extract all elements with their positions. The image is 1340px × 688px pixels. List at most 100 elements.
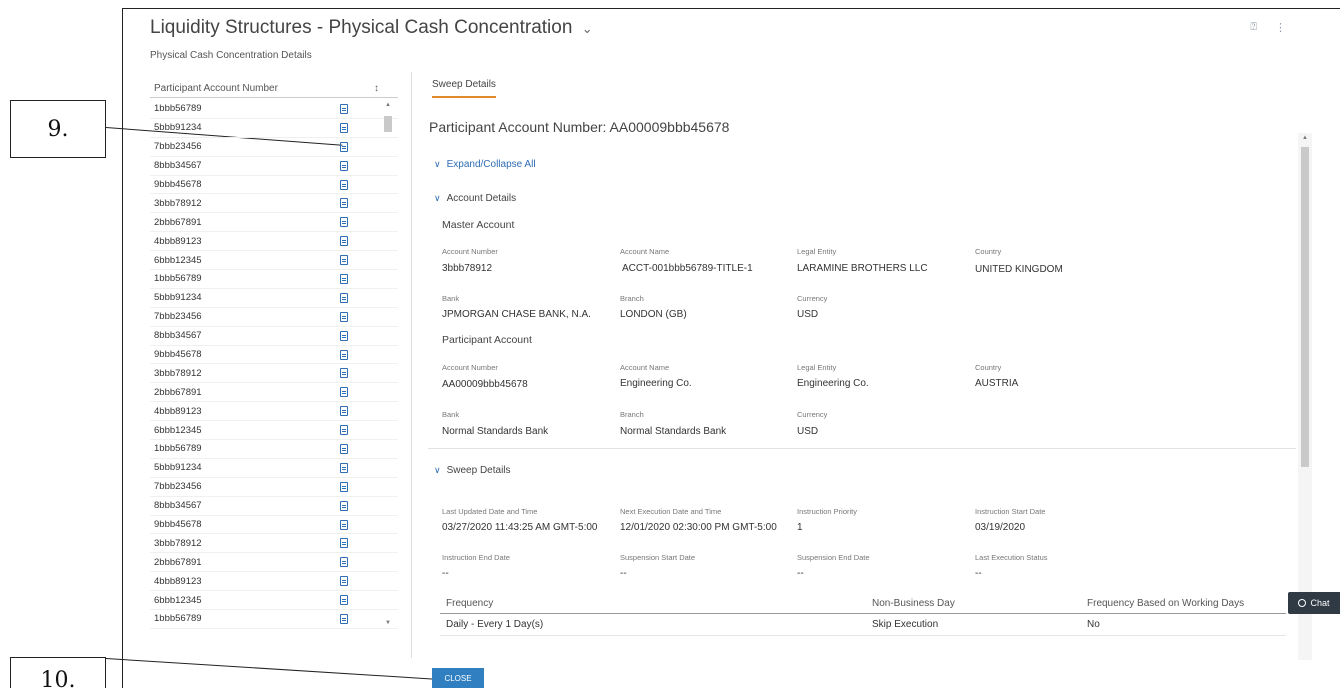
section-account-details[interactable]: ∨ Account Details — [434, 193, 516, 204]
document-icon[interactable] — [340, 273, 348, 284]
document-icon[interactable] — [340, 462, 348, 473]
last-updated-value: 03/27/2020 11:43:25 AM GMT-5:00 — [442, 522, 598, 533]
document-icon[interactable] — [340, 481, 348, 492]
document-icon[interactable] — [340, 538, 348, 549]
document-icon[interactable] — [340, 613, 348, 624]
scroll-up-icon[interactable]: ▲ — [1302, 135, 1308, 141]
document-icon[interactable] — [340, 122, 348, 133]
participant-heading: Participant Account Number: AA00009bbb45… — [429, 119, 729, 135]
tab-sweep-details[interactable]: Sweep Details — [432, 79, 496, 98]
document-icon[interactable] — [340, 141, 348, 152]
expand-collapse-all[interactable]: ∨ Expand/Collapse All — [434, 159, 536, 170]
column-header[interactable]: Participant Account Number ↕ — [150, 80, 398, 98]
scroll-thumb[interactable] — [384, 116, 392, 132]
list-item[interactable]: 9bbb45678 — [150, 346, 398, 365]
table-header-non-business-day[interactable]: Non-Business Day — [872, 598, 1087, 609]
list-item[interactable]: 7bbb23456 — [150, 308, 398, 327]
document-icon[interactable] — [340, 595, 348, 606]
list-item[interactable]: 3bbb78912 — [150, 194, 398, 214]
table-header-working-days[interactable]: Frequency Based on Working Days — [1087, 598, 1286, 609]
list-item[interactable]: 6bbb12345 — [150, 591, 398, 611]
table-cell-non-business-day: Skip Execution — [872, 619, 939, 630]
document-icon[interactable] — [340, 179, 348, 190]
document-icon[interactable] — [340, 425, 348, 436]
document-icon[interactable] — [340, 557, 348, 568]
master-country-value: UNITED KINGDOM — [975, 264, 1063, 275]
page-title[interactable]: Liquidity Structures - Physical Cash Con… — [150, 17, 593, 39]
account-number: 9bbb45678 — [154, 179, 202, 190]
list-item[interactable]: 9bbb45678 — [150, 176, 398, 195]
scroll-down-icon[interactable]: ▼ — [385, 620, 391, 626]
table-header-frequency[interactable]: Frequency — [440, 598, 872, 609]
list-item[interactable]: 8bbb34567 — [150, 497, 398, 516]
chevron-down-icon: ∨ — [434, 159, 441, 169]
list-item[interactable]: 4bbb89123 — [150, 402, 398, 422]
master-account-heading: Master Account — [442, 219, 515, 231]
details-scrollbar[interactable]: ▲ — [1298, 133, 1312, 660]
sort-icon[interactable]: ↕ — [374, 83, 398, 94]
list-item[interactable]: 3bbb78912 — [150, 364, 398, 384]
document-icon[interactable] — [340, 406, 348, 417]
document-icon[interactable] — [340, 236, 348, 247]
list-item[interactable]: 6bbb12345 — [150, 421, 398, 441]
participant-heading-value: AA00009bbb45678 — [609, 119, 730, 135]
list-item[interactable]: 4bbb89123 — [150, 232, 398, 252]
chevron-down-icon[interactable]: ⌄ — [582, 21, 593, 36]
list-item[interactable]: 7bbb23456 — [150, 478, 398, 497]
participant-account-number-value: AA00009bbb45678 — [442, 379, 528, 390]
account-number: 3bbb78912 — [154, 537, 202, 549]
list-item[interactable]: 2bbb67891 — [150, 383, 398, 403]
next-execution-label: Next Execution Date and Time — [620, 507, 722, 516]
document-icon[interactable] — [340, 311, 348, 322]
list-item[interactable]: 5bbb91234 — [150, 119, 398, 138]
master-branch-label: Branch — [620, 294, 644, 303]
list-item[interactable]: 5bbb91234 — [150, 459, 398, 478]
document-icon[interactable] — [340, 330, 348, 341]
account-number: 7bbb23456 — [154, 141, 202, 153]
list-item[interactable]: 8bbb34567 — [150, 157, 398, 176]
list-item[interactable]: 3bbb78912 — [150, 534, 398, 554]
list-item[interactable]: 9bbb45678 — [150, 516, 398, 535]
list-item[interactable]: 1bbb56789 — [150, 100, 398, 119]
participant-account-name-label: Account Name — [620, 363, 670, 372]
document-icon[interactable] — [340, 103, 348, 114]
list-item[interactable]: 5bbb91234 — [150, 289, 398, 308]
list-item[interactable]: 8bbb34567 — [150, 327, 398, 346]
section-sweep-details[interactable]: ∨ Sweep Details — [434, 465, 511, 476]
account-number: 7bbb23456 — [154, 481, 202, 493]
document-icon[interactable] — [340, 160, 348, 171]
more-icon[interactable]: ⋮ — [1275, 21, 1286, 34]
document-icon[interactable] — [340, 217, 348, 228]
left-scrollbar[interactable]: ▲ ▼ — [382, 100, 394, 628]
document-icon[interactable] — [340, 368, 348, 379]
account-number: 6bbb12345 — [154, 424, 202, 436]
list-item[interactable]: 7bbb23456 — [150, 138, 398, 157]
document-icon[interactable] — [340, 387, 348, 398]
list-item[interactable]: 2bbb67891 — [150, 213, 398, 233]
list-item[interactable]: 1bbb56789 — [150, 270, 398, 289]
list-item[interactable]: 1bbb56789 — [150, 440, 398, 459]
document-icon[interactable] — [340, 519, 348, 530]
scroll-thumb[interactable] — [1301, 147, 1309, 467]
last-updated-label: Last Updated Date and Time — [442, 507, 538, 516]
instruction-start-label: Instruction Start Date — [975, 507, 1046, 516]
document-icon[interactable] — [340, 292, 348, 303]
scroll-up-icon[interactable]: ▲ — [385, 102, 391, 108]
document-icon[interactable] — [340, 349, 348, 360]
document-icon[interactable] — [340, 576, 348, 587]
participant-bank-label: Bank — [442, 410, 460, 419]
chat-button[interactable]: Chat — [1288, 592, 1340, 614]
document-icon[interactable] — [340, 443, 348, 454]
list-item[interactable]: 6bbb12345 — [150, 251, 398, 271]
callout-9-label: 9. — [47, 116, 69, 142]
close-button[interactable]: CLOSE — [432, 668, 484, 688]
master-legal-entity-label: Legal Entity — [797, 247, 837, 256]
list-item[interactable]: 4bbb89123 — [150, 572, 398, 592]
document-icon[interactable] — [340, 500, 348, 511]
account-number: 6bbb12345 — [154, 594, 202, 606]
list-item[interactable]: 1bbb56789 — [150, 610, 398, 629]
document-icon[interactable] — [340, 198, 348, 209]
list-item[interactable]: 2bbb67891 — [150, 553, 398, 573]
help-icon[interactable]: ⍰ — [1250, 21, 1257, 34]
document-icon[interactable] — [340, 255, 348, 266]
